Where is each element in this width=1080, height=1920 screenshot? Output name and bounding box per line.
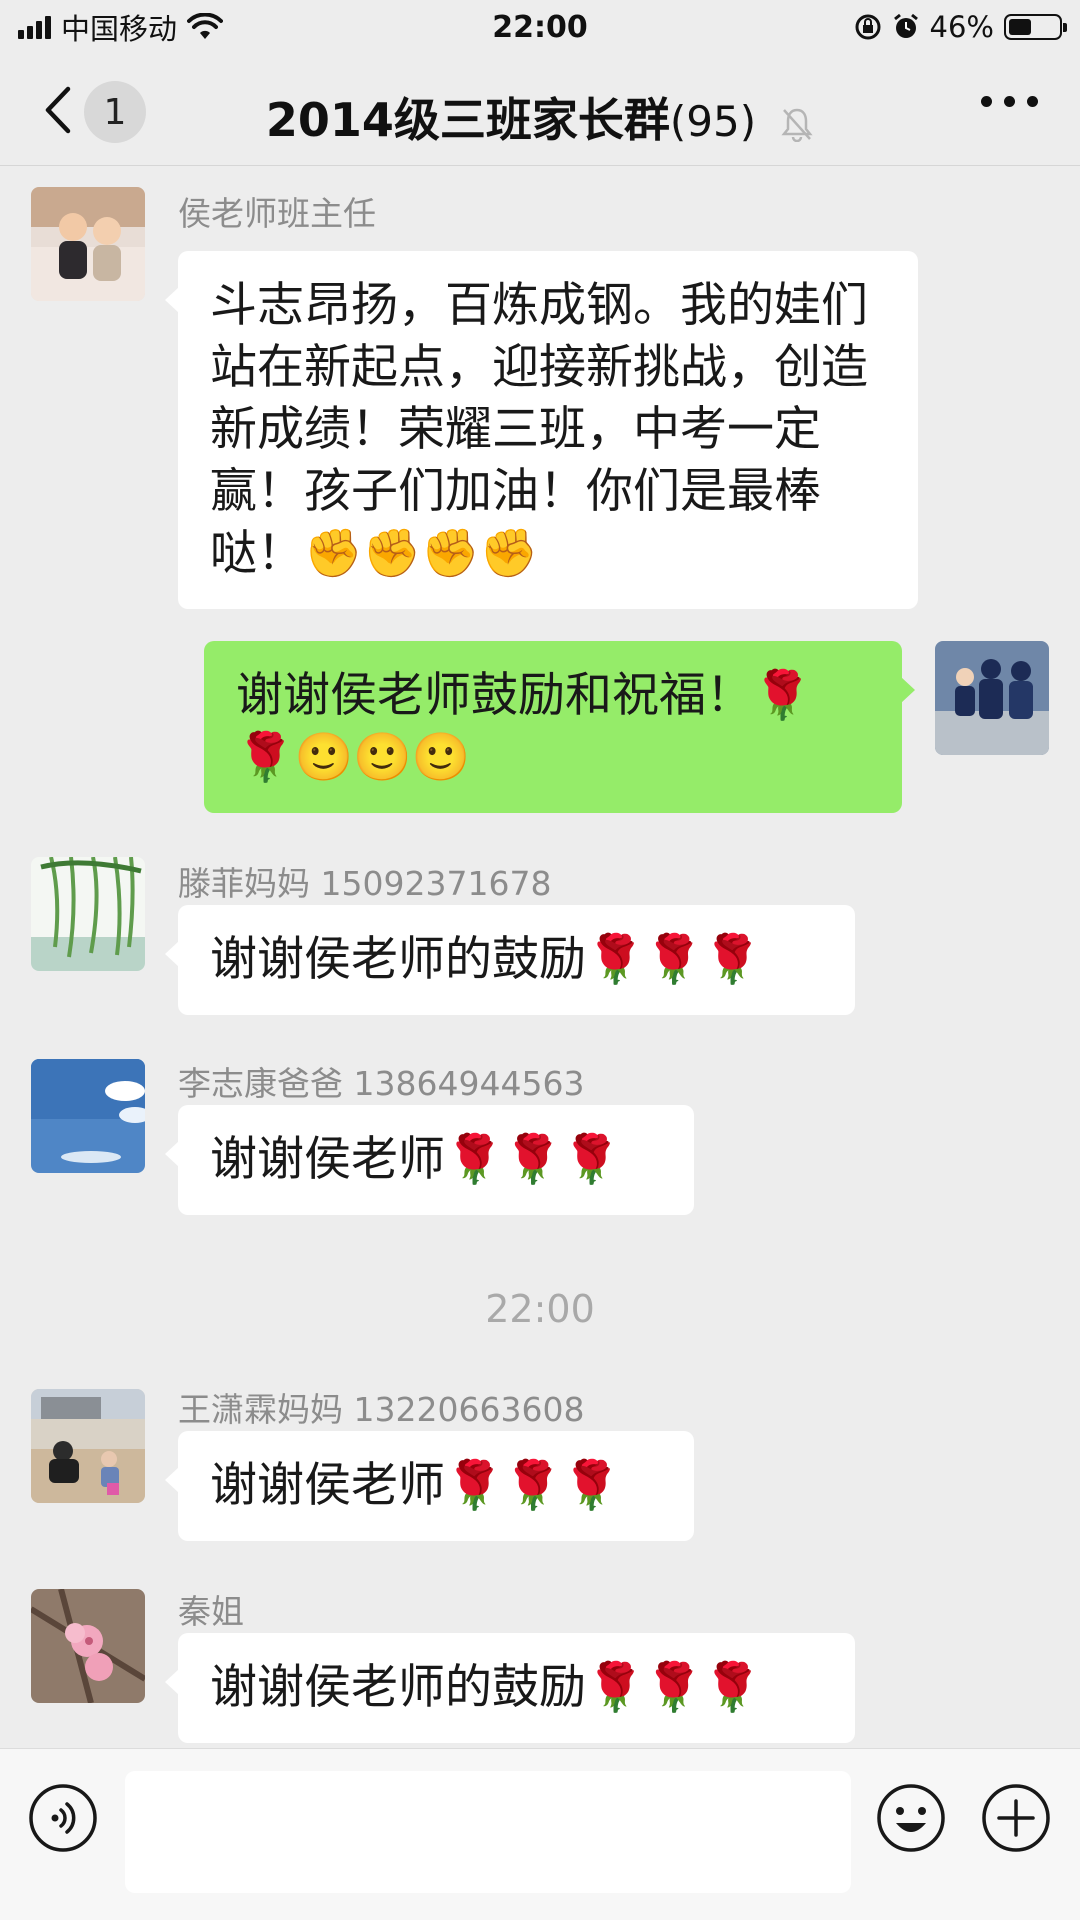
message-input[interactable] bbox=[125, 1771, 851, 1893]
mute-bell-icon bbox=[781, 108, 813, 142]
message-bubble[interactable]: 斗志昂扬，百炼成钢。我的娃们站在新起点，迎接新挑战，创造新成绩！荣耀三班，中考一… bbox=[165, 251, 918, 609]
message-bubble[interactable]: 谢谢侯老师🌹🌹🌹 bbox=[165, 1105, 694, 1215]
rotation-lock-icon bbox=[855, 14, 881, 40]
sender-name: 李志康爸爸 13864944563 bbox=[178, 1064, 585, 1103]
sender-name: 滕菲妈妈 15092371678 bbox=[178, 864, 552, 903]
status-bar: 中国移动 22:00 46% bbox=[0, 0, 1080, 54]
alarm-icon bbox=[893, 13, 918, 38]
emoji-icon bbox=[877, 1784, 945, 1852]
more-functions-button[interactable] bbox=[981, 1783, 1051, 1857]
avatar[interactable] bbox=[31, 1059, 145, 1173]
more-dot bbox=[1004, 96, 1015, 107]
chat-header: 1 2014级三班家长群(95) bbox=[0, 54, 1080, 166]
message-bubble[interactable]: 谢谢侯老师🌹🌹🌹 bbox=[165, 1431, 694, 1541]
status-right: 46% bbox=[854, 10, 1067, 44]
message-list[interactable]: 侯老师班主任 斗志昂扬，百炼成钢。我的娃们站在新起点，迎接新挑战，创造新成绩！荣… bbox=[0, 167, 1080, 1747]
voice-button[interactable] bbox=[28, 1783, 98, 1857]
avatar[interactable] bbox=[31, 1589, 145, 1703]
group-name: 2014级三班家长群 bbox=[265, 93, 670, 147]
message-timestamp: 22:00 bbox=[485, 1287, 595, 1331]
message-bubble[interactable]: 谢谢侯老师的鼓励🌹🌹🌹 bbox=[165, 1633, 855, 1743]
signal-icon bbox=[18, 15, 51, 39]
avatar[interactable] bbox=[31, 187, 145, 301]
input-bar bbox=[0, 1748, 1080, 1920]
message-bubble[interactable]: 谢谢侯老师的鼓励🌹🌹🌹 bbox=[165, 905, 855, 1015]
wifi-icon bbox=[187, 13, 224, 39]
carrier-label: 中国移动 bbox=[61, 12, 178, 46]
more-options-button[interactable] bbox=[981, 96, 1038, 107]
status-left: 中国移动 bbox=[18, 6, 224, 48]
plus-icon bbox=[982, 1784, 1050, 1852]
message-bubble[interactable]: 谢谢侯老师鼓励和祝福！🌹🌹🙂🙂🙂 bbox=[204, 641, 915, 813]
avatar[interactable] bbox=[31, 857, 145, 971]
sender-name: 王潇霖妈妈 13220663608 bbox=[178, 1390, 585, 1429]
member-count: (95) bbox=[669, 97, 757, 146]
battery-icon bbox=[1004, 14, 1067, 40]
chat-title: 2014级三班家长群(95) bbox=[0, 84, 1080, 150]
more-dot bbox=[1027, 96, 1038, 107]
sender-name: 秦姐 bbox=[178, 1592, 244, 1631]
avatar[interactable] bbox=[935, 641, 1049, 755]
more-dot bbox=[981, 96, 992, 107]
emoji-button[interactable] bbox=[876, 1783, 946, 1857]
avatar[interactable] bbox=[31, 1389, 145, 1503]
voice-icon bbox=[29, 1784, 97, 1852]
battery-percent: 46% bbox=[929, 10, 994, 44]
sender-name: 侯老师班主任 bbox=[178, 194, 376, 233]
